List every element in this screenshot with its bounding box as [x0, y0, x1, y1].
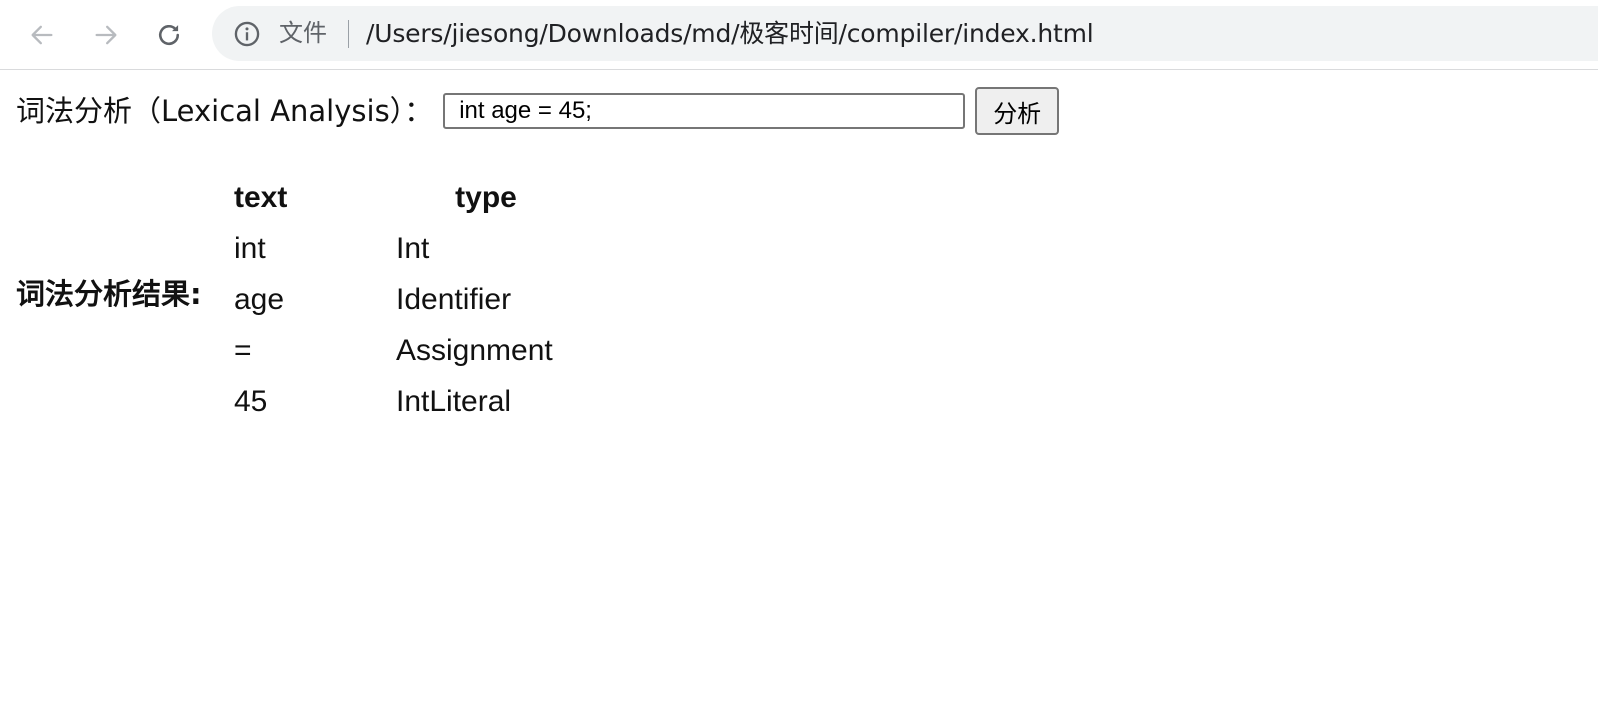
forward-button[interactable] [88, 17, 124, 53]
browser-toolbar: 文件 /Users/jiesong/Downloads/md/极客时间/comp… [0, 0, 1598, 70]
token-text: age [234, 282, 285, 316]
address-bar[interactable]: 文件 /Users/jiesong/Downloads/md/极客时间/comp… [212, 6, 1598, 61]
token-type: Assignment [396, 333, 553, 367]
header-text: text [234, 180, 288, 214]
arrow-right-icon [95, 25, 117, 45]
omnibox-divider [348, 20, 349, 48]
arrow-left-icon [31, 25, 53, 45]
code-input[interactable] [443, 93, 966, 129]
info-circle-icon[interactable] [233, 20, 261, 48]
token-type: IntLiteral [396, 384, 512, 418]
header-type: type [455, 180, 517, 214]
lexer-form: 词法分析（Lexical Analysis）： 分析 [16, 87, 1060, 135]
url-text[interactable]: /Users/jiesong/Downloads/md/极客时间/compile… [366, 19, 1094, 49]
analyze-button[interactable]: 分析 [975, 87, 1060, 135]
token-type: Int [396, 231, 430, 265]
scheme-label: 文件 [279, 19, 327, 47]
token-text: int [234, 231, 266, 265]
table-row: int Int [234, 223, 576, 274]
table-header-row: text type [234, 172, 576, 223]
token-text: = [234, 333, 252, 367]
table-row: age Identifier [234, 274, 576, 325]
token-text: 45 [234, 384, 268, 418]
input-label: 词法分析（Lexical Analysis）： [16, 94, 434, 128]
page-content: 词法分析（Lexical Analysis）： 分析 词法分析结果: text … [0, 70, 1598, 702]
token-table: text type int Int age Identifier = Assig… [234, 172, 576, 427]
back-button[interactable] [24, 17, 60, 53]
table-row: 45 IntLiteral [234, 376, 576, 427]
table-row: = Assignment [234, 325, 576, 376]
token-type: Identifier [396, 282, 512, 316]
result-label: 词法分析结果: [16, 277, 202, 311]
reload-icon [159, 24, 180, 46]
reload-button[interactable] [151, 17, 187, 53]
